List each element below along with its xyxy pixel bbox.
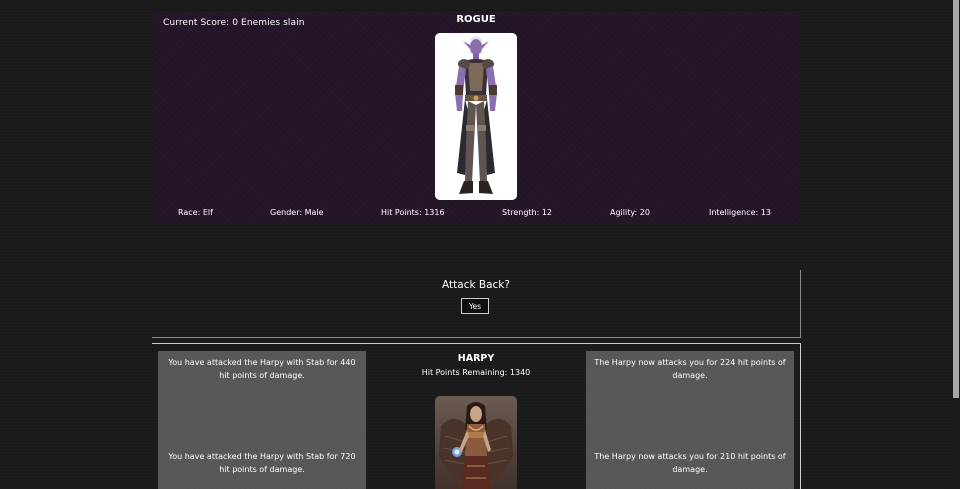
stat-gender: Gender: Male [270,208,324,217]
player-attack-log-entry: You have attacked the Harpy with Stab fo… [168,452,356,474]
enemy-hit-points: Hit Points Remaining: 1340 [421,368,531,377]
player-panel: Current Score: 0 Enemies slain ROGUE Rac… [152,11,800,224]
enemy-attack-log-entry: The Harpy now attacks you for 224 hit po… [594,358,786,380]
attack-yes-button[interactable]: Yes [461,298,489,314]
player-attack-log-entry: You have attacked the Harpy with Stab fo… [168,358,356,380]
player-class-title: ROGUE [456,14,496,25]
stat-race: Race: Elf [178,208,213,217]
enemy-portrait [435,396,517,489]
stat-agility: Agility: 20 [610,208,650,217]
page-scrollbar[interactable] [951,0,960,489]
stat-strength: Strength: 12 [502,208,553,217]
enemy-attack-log-entry: The Harpy now attacks you for 210 hit po… [594,452,786,474]
battle-panel: You have attacked the Harpy with Stab fo… [152,343,801,489]
player-portrait [435,33,517,200]
player-attack-log: You have attacked the Harpy with Stab fo… [158,351,366,489]
enemy-attack-log: The Harpy now attacks you for 224 hit po… [586,351,794,489]
scrollbar-thumb[interactable] [953,0,959,398]
attack-back-prompt: Attack Back? [442,279,510,291]
stat-intelligence: Intelligence: 13 [709,208,771,217]
rogue-character-image [435,33,517,200]
stat-hit-points: Hit Points: 1316 [381,208,445,217]
enemy-name: HARPY [457,353,495,364]
harpy-character-image [435,396,517,489]
attack-back-panel: Attack Back? Yes [152,270,801,338]
